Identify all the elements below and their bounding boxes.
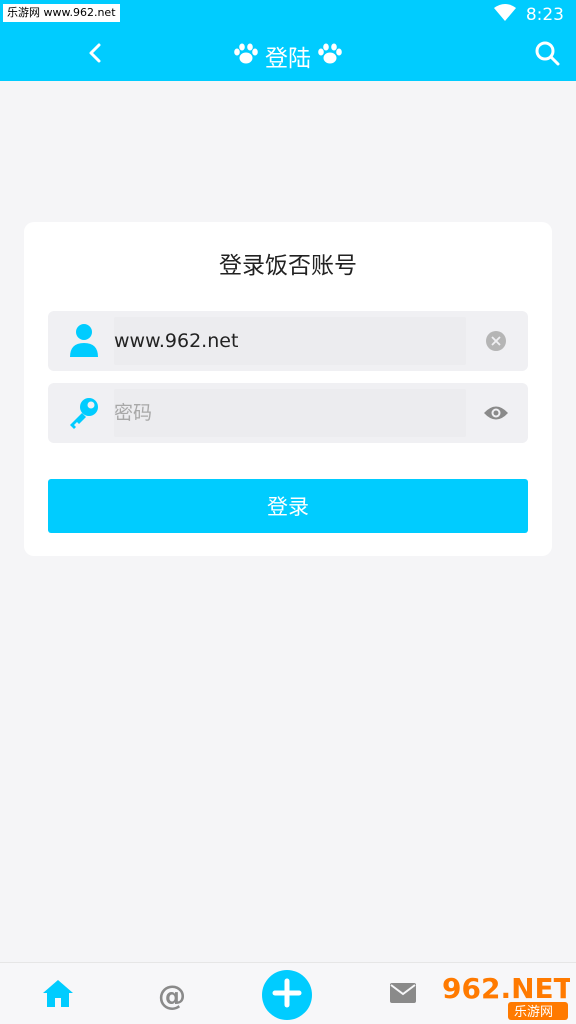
at-icon: @	[158, 978, 186, 1012]
user-icon	[64, 321, 104, 361]
wifi-icon	[493, 4, 516, 26]
paw-icon	[317, 42, 343, 70]
username-field	[48, 311, 528, 371]
password-field	[48, 383, 528, 443]
paw-icon	[233, 42, 259, 70]
login-card-title: 登录饭否账号	[219, 253, 357, 279]
back-button[interactable]	[78, 38, 112, 72]
status-time: 8:23	[525, 5, 564, 25]
eye-icon[interactable]	[482, 399, 510, 427]
brand-mark-subtext: 乐游网	[514, 1005, 553, 1020]
page-title: 登陆	[265, 45, 311, 72]
home-icon	[42, 978, 74, 1012]
brand-watermark: 962.NET 乐游网	[438, 968, 573, 1022]
plus-icon	[272, 978, 302, 1012]
status-icons: 8:23	[493, 3, 564, 27]
nav-compose[interactable]	[262, 970, 312, 1020]
key-icon	[64, 393, 104, 433]
nav-home[interactable]	[36, 973, 80, 1017]
search-icon	[534, 40, 560, 70]
status-bar: 乐游网 www.962.net 8:23	[0, 0, 576, 30]
username-input[interactable]	[114, 317, 466, 365]
watermark-text: 乐游网 www.962.net	[3, 4, 120, 22]
login-button[interactable]: 登录	[48, 479, 528, 533]
login-card: 登录饭否账号 登录	[24, 222, 552, 556]
nav-mentions[interactable]: @	[150, 973, 194, 1017]
search-button[interactable]	[530, 38, 564, 72]
nav-messages[interactable]	[381, 973, 425, 1017]
mail-icon	[389, 982, 417, 1008]
app-bar: 登陆	[0, 30, 576, 81]
brand-mark-text: 962.NET	[442, 972, 570, 1005]
back-icon	[87, 42, 103, 68]
clear-icon[interactable]	[482, 327, 510, 355]
password-input[interactable]	[114, 389, 466, 437]
